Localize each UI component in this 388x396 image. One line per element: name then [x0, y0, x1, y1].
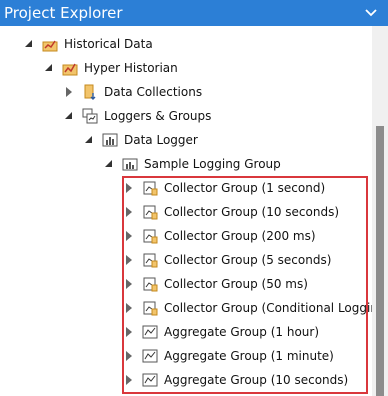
collapsed-arrow-icon[interactable] [124, 320, 134, 344]
tree-item-label: Collector Group (50 ms) [164, 277, 308, 291]
tree-item-label: Data Logger [124, 133, 198, 147]
tree-item-label: Historical Data [64, 37, 153, 51]
collapsed-arrow-icon[interactable] [124, 248, 134, 272]
hyper-historian-icon [62, 63, 78, 76]
project-tree: Historical Data Hyper Historian Data Col… [0, 26, 388, 396]
chevron-down-icon[interactable] [364, 0, 378, 26]
tree-item-label: Sample Logging Group [144, 157, 281, 171]
tree-item-label: Loggers & Groups [104, 109, 212, 123]
vertical-scrollbar[interactable] [372, 26, 388, 396]
loggers-groups-icon [82, 108, 98, 124]
collapsed-arrow-icon[interactable] [124, 296, 134, 320]
expanded-arrow-icon[interactable] [44, 56, 54, 80]
data-collections-icon [84, 84, 96, 100]
expanded-arrow-icon[interactable] [84, 128, 94, 152]
expanded-arrow-icon[interactable] [24, 32, 34, 56]
tree-item-label: Aggregate Group (1 hour) [164, 325, 320, 339]
tree-item-label: Collector Group (10 seconds) [164, 205, 340, 219]
tree-item-label: Aggregate Group (1 minute) [164, 349, 334, 363]
expanded-arrow-icon[interactable] [64, 104, 74, 128]
tree-item-label: Collector Group (Conditional Logging) [164, 301, 388, 315]
tree-item-label: Data Collections [104, 85, 203, 99]
collector-group-icon [143, 277, 158, 292]
collector-group-icon [143, 181, 158, 196]
collector-group-icon [143, 229, 158, 244]
tree-item-label: Collector Group (5 seconds) [164, 253, 332, 267]
expanded-arrow-icon[interactable] [104, 152, 114, 176]
collector-group-icon [143, 205, 158, 220]
tree-item-label: Hyper Historian [84, 61, 178, 75]
collapsed-arrow-icon[interactable] [124, 224, 134, 248]
aggregate-group-icon [142, 349, 158, 363]
collapsed-arrow-icon[interactable] [124, 344, 134, 368]
collapsed-arrow-icon[interactable] [124, 368, 134, 392]
data-logger-icon [102, 133, 118, 147]
panel-title: Project Explorer [4, 4, 123, 22]
collapsed-arrow-icon[interactable] [64, 80, 74, 104]
tree-item-label: Collector Group (1 second) [164, 181, 326, 195]
collapsed-arrow-icon[interactable] [124, 272, 134, 296]
collapsed-arrow-icon[interactable] [124, 200, 134, 224]
tree-item-label: Collector Group (200 ms) [164, 229, 316, 243]
aggregate-group-icon [142, 373, 158, 387]
collector-group-icon [143, 301, 158, 316]
logging-group-icon [122, 158, 138, 171]
collector-group-icon [143, 253, 158, 268]
scrollbar-thumb[interactable] [376, 126, 384, 396]
tree-item-label: Aggregate Group (10 seconds) [164, 373, 349, 387]
historical-data-icon [42, 40, 58, 52]
panel-title-bar: Project Explorer [0, 0, 388, 26]
collapsed-arrow-icon[interactable] [124, 176, 134, 200]
aggregate-group-icon [142, 325, 158, 339]
